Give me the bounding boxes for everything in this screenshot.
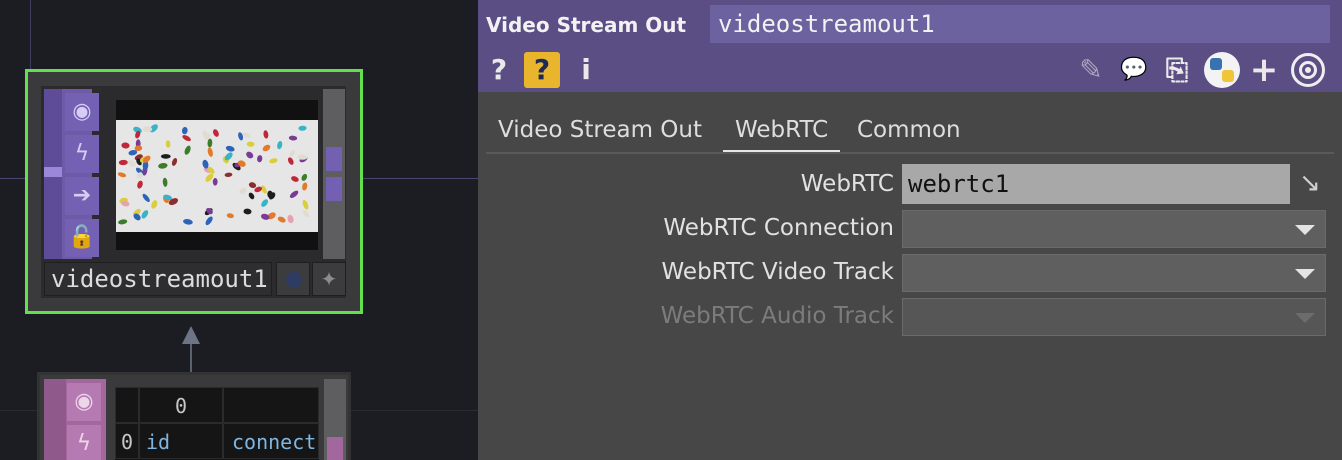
node-videostreamout[interactable]: ◉ ϟ ➔ 🔓 videostreamout1 ✦: [25, 69, 363, 314]
edit-icon[interactable]: ✎: [1074, 52, 1108, 88]
param-row-webrtc-video-track: WebRTC Video Track: [478, 252, 1342, 292]
table-cell: [223, 387, 319, 423]
table-cell: id: [139, 423, 223, 459]
node-render-flag[interactable]: ✦: [312, 262, 346, 296]
operator-name-field[interactable]: videostreamout1: [710, 5, 1330, 43]
table-cell: connect:: [223, 423, 319, 459]
jellybeans-image: [116, 120, 318, 232]
python-icon[interactable]: [1204, 52, 1240, 88]
network-editor[interactable]: ◉ ϟ ➔ 🔓 videostreamout1 ✦ ◉ ϟ 0 0 id con…: [0, 0, 478, 460]
node-display-flag[interactable]: [276, 262, 310, 296]
node-side-bar: ◉ ϟ ➔ 🔓: [44, 89, 99, 259]
param-row-webrtc: WebRTC webrtc1: [478, 164, 1342, 204]
chevron-down-icon: [1295, 225, 1315, 235]
table-col-header: 0: [139, 387, 223, 423]
param-row-webrtc-audio-track: WebRTC Audio Track: [478, 296, 1342, 336]
info-icon[interactable]: i: [572, 52, 600, 88]
bypass-icon[interactable]: ϟ: [65, 135, 99, 173]
tab-webrtc[interactable]: WebRTC: [723, 110, 841, 153]
output-connector[interactable]: [326, 147, 342, 171]
parameter-panel: Video Stream Out videostreamout1 ? ? i ✎…: [478, 0, 1342, 460]
tab-video-stream-out[interactable]: Video Stream Out: [498, 110, 702, 150]
jellybean: [160, 154, 171, 159]
connection-wire-vertical: [30, 0, 31, 70]
input-strip: [44, 379, 66, 460]
chevron-down-icon: [1295, 313, 1315, 323]
param-label: WebRTC: [800, 171, 894, 197]
link-arrow-icon: [182, 326, 200, 344]
output-connector[interactable]: [327, 437, 343, 460]
sparkle-icon: ✦: [320, 267, 338, 291]
operator-type-label: Video Stream Out: [486, 13, 687, 37]
compare-icon[interactable]: ⎘: [1158, 52, 1196, 88]
dat-table: 0 0 id connect:: [115, 387, 319, 460]
display-dot-icon: [286, 272, 302, 288]
table-row-header: 0: [115, 423, 139, 459]
tab-divider: [486, 152, 1334, 154]
node-viewer: [116, 100, 318, 250]
tab-common[interactable]: Common: [857, 110, 961, 150]
viewer-toggle-icon[interactable]: ◉: [67, 383, 101, 421]
param-row-webrtc-connection: WebRTC Connection: [478, 208, 1342, 248]
lock-icon[interactable]: 🔓: [65, 219, 99, 257]
param-label: WebRTC Audio Track: [660, 303, 894, 329]
node-output-strip: [324, 379, 346, 460]
python-help-icon[interactable]: ?: [524, 52, 560, 88]
input-connector[interactable]: [44, 167, 62, 177]
viewer-toggle-icon[interactable]: ◉: [65, 93, 99, 131]
param-label: WebRTC Video Track: [661, 259, 894, 285]
webrtc-audio-track-menu: [902, 298, 1326, 336]
target-icon[interactable]: [1291, 53, 1325, 87]
panel-header: Video Stream Out videostreamout1 ? ? i ✎…: [478, 0, 1342, 92]
bypass-icon[interactable]: ϟ: [67, 425, 101, 460]
export-arrow-icon[interactable]: ➔: [65, 177, 99, 215]
node-name-label[interactable]: videostreamout1: [44, 262, 272, 296]
help-icon[interactable]: ?: [484, 52, 514, 88]
node-output-strip: [323, 89, 345, 259]
param-label: WebRTC Connection: [663, 215, 894, 241]
add-icon[interactable]: +: [1246, 52, 1282, 88]
webrtc-field[interactable]: webrtc1: [902, 164, 1290, 204]
output-connector-2[interactable]: [326, 177, 342, 201]
comment-icon[interactable]: 💬: [1114, 52, 1154, 88]
webrtc-connection-menu[interactable]: [902, 210, 1326, 248]
table-cell: [115, 387, 139, 423]
chevron-down-icon: [1295, 269, 1315, 279]
node-table-dat[interactable]: ◉ ϟ 0 0 id connect:: [37, 372, 351, 460]
webrtc-video-track-menu[interactable]: [902, 254, 1326, 292]
operator-drop-arrow-icon[interactable]: ↘: [1290, 166, 1330, 200]
